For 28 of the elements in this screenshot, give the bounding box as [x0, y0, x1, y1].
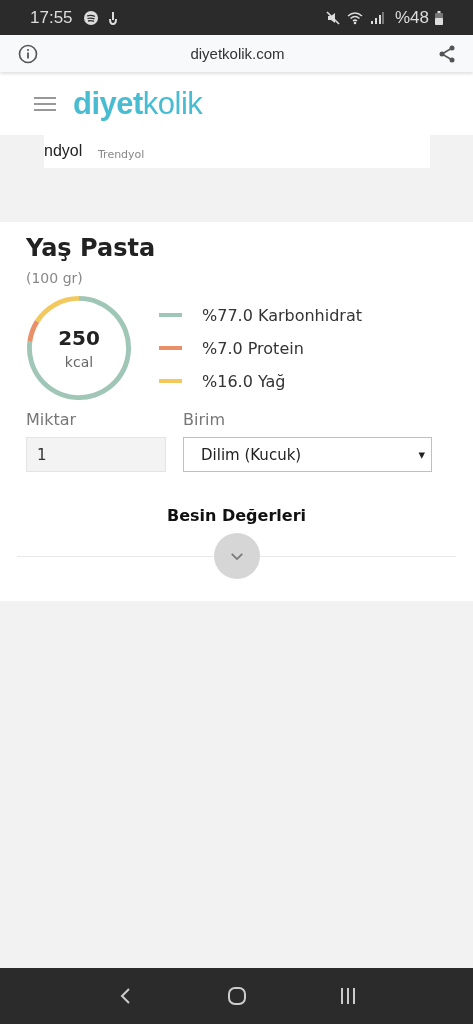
home-icon[interactable]: [226, 986, 247, 1006]
info-icon[interactable]: [18, 43, 38, 64]
amount-field[interactable]: 1: [26, 437, 166, 472]
status-time: 17:55: [30, 7, 73, 28]
ad-source: Trendyol: [98, 148, 145, 161]
signal-icon: [368, 9, 385, 26]
legend-label: %77.0 Karbonhidrat: [202, 305, 362, 325]
ad-logo: ndyol: [44, 141, 84, 160]
legend-label: %7.0 Protein: [202, 338, 304, 358]
menu-icon[interactable]: [33, 95, 57, 112]
chevron-down-icon: [229, 551, 244, 561]
legend-label: %16.0 Yağ: [202, 371, 286, 391]
calorie-value: 250: [58, 326, 100, 350]
ad-card[interactable]: ndyol Trendyol: [44, 135, 430, 168]
battery-level: %48: [394, 7, 429, 28]
music-app-icon: [82, 9, 99, 26]
wifi-icon: [346, 9, 363, 26]
portion-text: (100 gr): [26, 270, 84, 286]
mute-icon: [324, 9, 341, 26]
food-title: Yaş Pasta: [26, 234, 157, 262]
section-title: Besin Değerleri: [165, 506, 308, 525]
unit-label: Birim: [183, 410, 227, 429]
calorie-unit: kcal: [64, 354, 94, 370]
url-text[interactable]: diyetkolik.com: [38, 45, 437, 62]
amount-label: Miktar: [26, 410, 78, 429]
share-icon[interactable]: [437, 43, 457, 64]
battery-icon: [435, 10, 443, 25]
unit-dropdown[interactable]: Dilim (Kucuk) ▾: [183, 437, 432, 472]
